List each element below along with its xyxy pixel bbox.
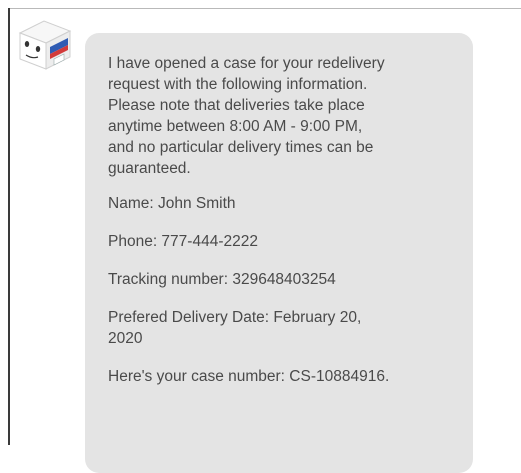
top-divider bbox=[10, 8, 521, 9]
chat-window: I have opened a case for your redelivery… bbox=[0, 0, 521, 473]
tracking-number-line: Tracking number: 329648403254 bbox=[108, 271, 336, 288]
customer-phone-line: Phone: 777-444-2222 bbox=[108, 233, 258, 250]
customer-name-line: Name: John Smith bbox=[108, 195, 236, 212]
left-border bbox=[8, 8, 10, 445]
message-intro: I have opened a case for your redelivery… bbox=[108, 55, 385, 177]
package-box-mascot-icon bbox=[18, 20, 72, 70]
agent-message-body: I have opened a case for your redelivery… bbox=[108, 53, 453, 404]
preferred-delivery-date-line: Prefered Delivery Date: February 20, 202… bbox=[108, 309, 362, 347]
agent-avatar bbox=[16, 19, 72, 71]
case-number-line: Here's your case number: CS-10884916. bbox=[108, 368, 390, 385]
